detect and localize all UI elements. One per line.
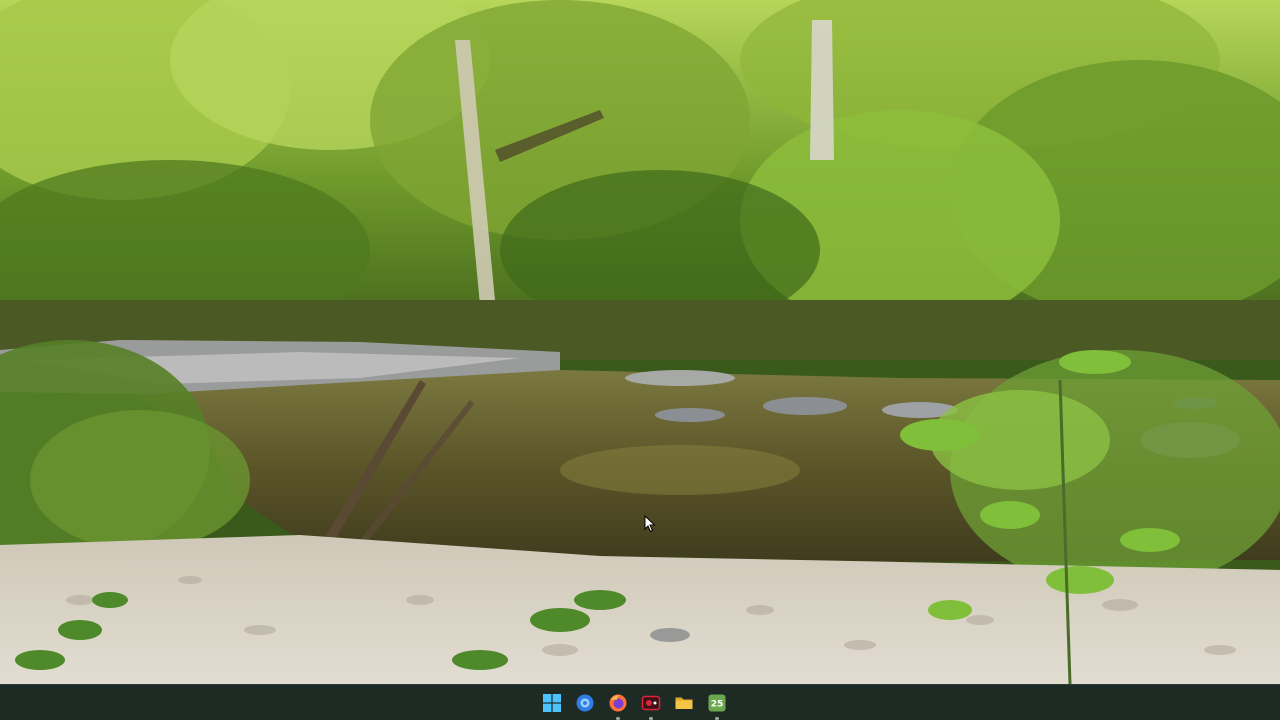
taskbar-app-1[interactable]: [573, 691, 597, 715]
forest-creek-wallpaper: [0, 0, 1280, 684]
app-blue-circle-icon: [576, 694, 594, 712]
taskbar: 25: [0, 684, 1280, 720]
taskbar-recorder[interactable]: [639, 691, 663, 720]
taskbar-app-25[interactable]: 25: [705, 691, 729, 720]
folder-icon: [675, 697, 693, 709]
mouse-cursor-icon: [644, 515, 656, 533]
taskbar-firefox[interactable]: [606, 691, 630, 720]
taskbar-app-list: 25: [540, 685, 729, 721]
screen-recorder-icon: [641, 695, 661, 711]
taskbar-file-explorer[interactable]: [672, 691, 696, 715]
start-button[interactable]: [540, 691, 564, 715]
green-app-icon: 25: [708, 694, 726, 712]
desktop[interactable]: [0, 0, 1280, 684]
app-badge-text: 25: [711, 700, 724, 710]
windows-logo-icon: [543, 694, 561, 712]
firefox-icon: [609, 694, 627, 712]
